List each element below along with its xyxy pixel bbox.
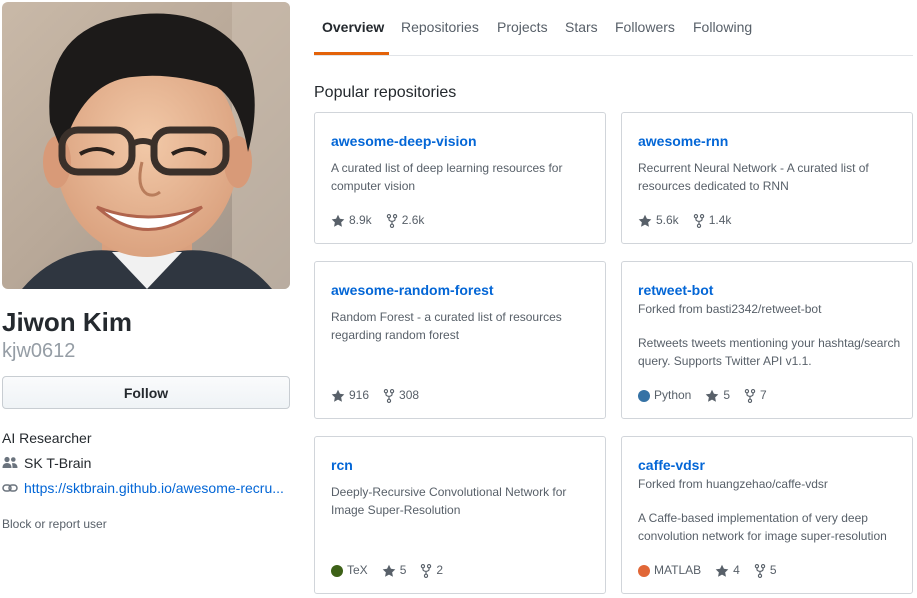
- repo-forks[interactable]: 2.6k: [386, 213, 425, 228]
- profile-organization: SK T-Brain: [2, 454, 290, 472]
- follow-button[interactable]: Follow: [2, 376, 290, 409]
- repo-name-link[interactable]: retweet-bot: [638, 282, 713, 299]
- repo-stars[interactable]: 5.6k: [638, 213, 679, 228]
- forked-from-text: Forked from basti2342/retweet-bot: [638, 302, 822, 316]
- fork-count: 2: [436, 563, 444, 577]
- avatar[interactable]: [2, 2, 290, 289]
- profile-sidebar: Jiwon Kim kjw0612 Follow AI Researcher S…: [2, 2, 290, 531]
- language-name: TeX: [347, 563, 368, 577]
- tab-stars[interactable]: Stars: [565, 18, 598, 36]
- star-icon: [382, 564, 395, 577]
- repo-stars[interactable]: 5: [382, 563, 407, 578]
- repo-meta: MATLAB 4 5: [638, 563, 791, 578]
- website-link[interactable]: https://sktbrain.github.io/awesome-recru…: [24, 479, 290, 497]
- repo-card: retweet-bot Forked from basti2342/retwee…: [621, 261, 913, 419]
- star-icon: [638, 214, 652, 227]
- tab-following[interactable]: Following: [693, 18, 752, 36]
- profile-website: https://sktbrain.github.io/awesome-recru…: [2, 479, 290, 497]
- repo-name-link[interactable]: awesome-deep-vision: [331, 133, 477, 150]
- language-color-dot: [638, 564, 650, 577]
- block-report-link[interactable]: Block or report user: [2, 517, 290, 531]
- repo-description: Random Forest - a curated list of resour…: [331, 310, 562, 342]
- popular-repositories-title: Popular repositories: [314, 84, 457, 101]
- tab-followers[interactable]: Followers: [615, 18, 675, 36]
- star-icon: [331, 214, 345, 227]
- repo-forks[interactable]: 1.4k: [693, 213, 732, 228]
- star-count: 5: [723, 388, 731, 402]
- repo-language: MATLAB: [638, 563, 701, 578]
- repo-forked-icon: [386, 213, 397, 228]
- repo-description: A Caffe-based implementation of very dee…: [638, 511, 887, 543]
- repo-forked-icon: [421, 563, 432, 578]
- star-count: 4: [733, 563, 740, 577]
- star-count: 5: [399, 563, 407, 577]
- language-name: Python: [654, 388, 692, 402]
- repo-card: awesome-rnn Recurrent Neural Network - A…: [621, 112, 913, 244]
- fork-count: 308: [399, 388, 420, 402]
- repo-name-link[interactable]: rcn: [331, 457, 353, 474]
- repo-forked-icon: [383, 388, 395, 403]
- repo-forked-icon: [693, 213, 704, 228]
- tab-projects[interactable]: Projects: [497, 18, 548, 36]
- profile-bio: AI Researcher: [2, 430, 92, 446]
- repo-card: rcn Deeply-Recursive Convolutional Netwo…: [314, 436, 606, 594]
- repo-card: awesome-random-forest Random Forest - a …: [314, 261, 606, 419]
- organization-icon: [2, 456, 18, 468]
- organization-name: SK T-Brain: [24, 455, 92, 471]
- repo-stars[interactable]: 4: [715, 563, 740, 578]
- star-icon: [331, 389, 345, 402]
- tab-repositories[interactable]: Repositories: [401, 18, 479, 36]
- repo-stars[interactable]: 916: [331, 388, 369, 403]
- fork-count: 2.6k: [401, 213, 425, 227]
- repo-forks[interactable]: 5: [754, 563, 777, 578]
- repo-card: caffe-vdsr Forked from huangzehao/caffe-…: [621, 436, 913, 594]
- repo-card: awesome-deep-vision A curated list of de…: [314, 112, 606, 244]
- repo-stars[interactable]: 5: [705, 388, 730, 403]
- repo-meta: TeX 5 2: [331, 563, 457, 578]
- profile-fullname: Jiwon Kim: [2, 307, 133, 337]
- repo-language: Python: [638, 388, 691, 403]
- language-color-dot: [331, 564, 343, 577]
- repo-forks[interactable]: 7: [744, 388, 767, 403]
- repo-forks[interactable]: 308: [383, 388, 419, 403]
- link-icon: [2, 484, 18, 492]
- forked-from-text: Forked from huangzehao/caffe-vdsr: [638, 477, 828, 491]
- star-count: 8.9k: [349, 213, 372, 227]
- repo-meta: Python 5 7: [638, 388, 781, 403]
- language-name: MATLAB: [654, 563, 702, 577]
- repo-description: Deeply-Recursive Convolutional Network f…: [331, 485, 567, 517]
- star-icon: [706, 389, 719, 402]
- star-icon: [715, 564, 729, 577]
- fork-count: 7: [760, 388, 767, 402]
- repo-name-link[interactable]: awesome-random-forest: [331, 282, 494, 299]
- language-color-dot: [638, 389, 650, 402]
- profile-username: kjw0612: [2, 340, 76, 362]
- fork-count: 1.4k: [708, 213, 732, 227]
- repo-name-link[interactable]: caffe-vdsr: [638, 457, 705, 474]
- selected-tab-indicator: [314, 52, 389, 55]
- repo-meta: 916 308: [331, 388, 433, 403]
- profile-nav: Overview Repositories Projects Stars Fol…: [314, 0, 913, 56]
- repo-meta: 5.6k 1.4k: [638, 213, 745, 228]
- repo-forked-icon: [744, 388, 756, 403]
- tab-overview[interactable]: Overview: [322, 18, 384, 36]
- star-count: 916: [349, 388, 370, 402]
- fork-count: 5: [769, 563, 777, 577]
- star-count: 5.6k: [656, 213, 679, 227]
- repo-meta: 8.9k 2.6k: [331, 213, 438, 228]
- repo-description: A curated list of deep learning resource…: [331, 161, 563, 193]
- repo-description: Recurrent Neural Network - A curated lis…: [638, 161, 869, 193]
- repo-forked-icon: [754, 563, 766, 578]
- repo-stars[interactable]: 8.9k: [331, 213, 372, 228]
- repo-forks[interactable]: 2: [420, 563, 443, 578]
- repo-language: TeX: [331, 563, 368, 578]
- repo-name-link[interactable]: awesome-rnn: [638, 133, 728, 150]
- repo-description: Retweets tweets mentioning your hashtag/…: [638, 336, 901, 368]
